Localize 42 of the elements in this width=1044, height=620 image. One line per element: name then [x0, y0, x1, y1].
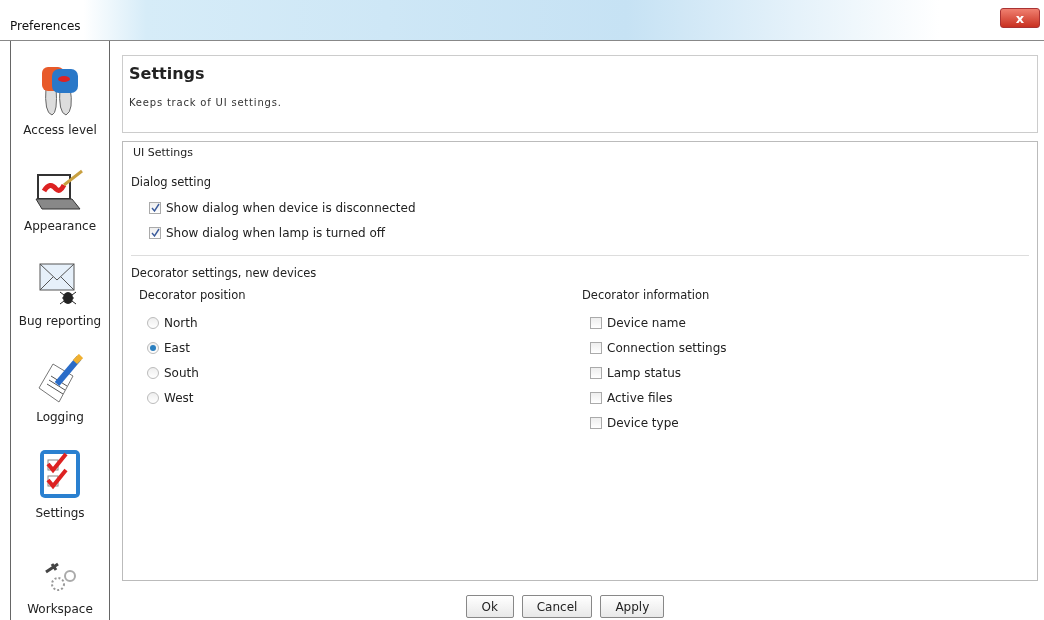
checkbox[interactable]: [149, 201, 161, 214]
dialog-button[interactable]: Cancel: [521, 595, 593, 618]
checkbox[interactable]: [590, 391, 602, 404]
dialog-button[interactable]: Ok: [465, 595, 514, 618]
column-title: Decorator information: [582, 288, 711, 302]
sidebar-item[interactable]: Workspace: [27, 601, 93, 616]
window-title: Preferences: [9, 19, 81, 35]
sidebar-item[interactable]: Logging: [36, 410, 84, 425]
pencil-paper-icon: [37, 354, 83, 405]
sidebar-item[interactable]: Bug reporting: [18, 314, 102, 329]
checkbox[interactable]: [590, 341, 602, 354]
page-description: Keeps track of UI settings.: [129, 97, 283, 108]
option-label: Active files: [607, 390, 673, 405]
option-label: Device name: [607, 315, 686, 330]
radio-button[interactable]: [147, 391, 159, 404]
sidebar-item[interactable]: Access level: [23, 122, 97, 137]
checklist-icon: [38, 448, 82, 501]
option-label: North: [164, 315, 198, 330]
radio-button[interactable]: [147, 366, 159, 379]
dialog-button[interactable]: Apply: [600, 595, 665, 618]
option-label: Lamp status: [607, 365, 682, 380]
sidebar-item[interactable]: Appearance: [23, 218, 97, 233]
option-label: Show dialog when device is disconnected: [166, 200, 416, 215]
option-label: Connection settings: [607, 340, 727, 355]
option-label: Show dialog when lamp is turned off: [166, 225, 386, 240]
column-title: Decorator position: [139, 288, 247, 302]
option-label: South: [164, 365, 199, 380]
radio-button[interactable]: [147, 316, 159, 329]
section-title: Dialog setting: [131, 175, 213, 189]
option-label: Device type: [607, 415, 679, 430]
checkbox[interactable]: [590, 366, 602, 379]
option-label: East: [164, 340, 190, 355]
page-title: Settings: [129, 64, 206, 83]
checkbox[interactable]: [149, 226, 161, 239]
radio-button[interactable]: [147, 341, 159, 354]
checkbox[interactable]: [590, 316, 602, 329]
group-title: UI Settings: [133, 146, 194, 159]
close-button[interactable]: x: [1000, 8, 1040, 28]
sidebar-item[interactable]: Settings: [35, 506, 85, 521]
section-title: Decorator settings, new devices: [131, 266, 318, 280]
checkbox[interactable]: [590, 416, 602, 429]
option-label: West: [164, 390, 194, 405]
